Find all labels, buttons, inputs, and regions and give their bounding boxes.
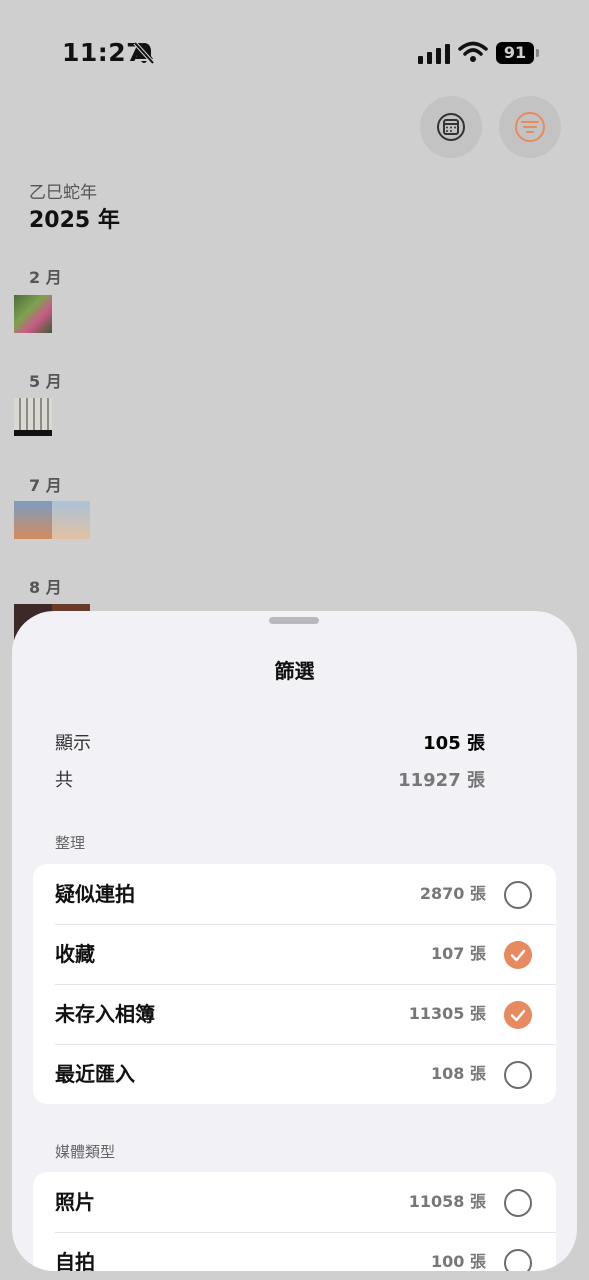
- option-count: 2870 張: [419, 884, 486, 903]
- section-label-media: 媒體類型: [55, 1143, 116, 1161]
- battery-level: 91: [496, 42, 534, 64]
- sheet-title: 篩選: [274, 659, 315, 683]
- photo-thumbnail[interactable]: [14, 501, 52, 539]
- total-value: 11927 張: [398, 770, 485, 791]
- calendar-icon: [437, 113, 465, 141]
- cellular-signal-icon: [418, 44, 450, 64]
- unchecked-circle-icon[interactable]: [504, 881, 532, 909]
- option-photos[interactable]: 照片 11058 張: [33, 1172, 556, 1232]
- shown-value: 105 張: [423, 733, 485, 754]
- unchecked-circle-icon[interactable]: [504, 1061, 532, 1089]
- month-heading: 8 月: [29, 578, 62, 597]
- section-label-organize: 整理: [55, 834, 86, 852]
- month-heading: 5 月: [29, 372, 62, 391]
- status-bar: 11:27 91: [0, 0, 589, 100]
- sheet-grabber[interactable]: [269, 617, 319, 624]
- checkmark-circle-icon[interactable]: [504, 941, 532, 969]
- unchecked-circle-icon[interactable]: [504, 1189, 532, 1217]
- filter-button[interactable]: [499, 96, 561, 158]
- option-selfies[interactable]: 自拍 100 張: [33, 1232, 556, 1271]
- silent-bell-icon: [133, 41, 155, 65]
- option-count: 11305 張: [408, 1004, 486, 1023]
- option-count: 108 張: [431, 1064, 486, 1083]
- option-label: 未存入相簿: [55, 1002, 155, 1026]
- photo-thumbnail[interactable]: [52, 501, 90, 539]
- unchecked-circle-icon[interactable]: [504, 1249, 532, 1271]
- checkmark-circle-icon[interactable]: [504, 1001, 532, 1029]
- wifi-icon: [458, 41, 488, 62]
- media-type-options: 照片 11058 張 自拍 100 張: [33, 1172, 556, 1271]
- option-label: 照片: [55, 1190, 95, 1214]
- option-count: 100 張: [431, 1252, 486, 1271]
- organize-options: 疑似連拍 2870 張 收藏 107 張 未存入相簿 11305 張 最近匯入 …: [33, 864, 556, 1104]
- year-heading: 2025 年: [29, 208, 120, 233]
- total-label: 共: [55, 770, 73, 791]
- option-count: 11058 張: [408, 1192, 486, 1211]
- option-label: 疑似連拍: [55, 882, 135, 906]
- lunar-year: 乙巳蛇年: [29, 183, 97, 203]
- option-not-in-album[interactable]: 未存入相簿 11305 張: [33, 984, 556, 1044]
- battery-indicator: 91: [496, 42, 540, 64]
- option-label: 自拍: [55, 1250, 95, 1271]
- photo-thumbnail[interactable]: [14, 295, 52, 333]
- option-count: 107 張: [431, 944, 486, 963]
- option-recent-imports[interactable]: 最近匯入 108 張: [33, 1044, 556, 1104]
- calendar-button[interactable]: [420, 96, 482, 158]
- month-heading: 2 月: [29, 268, 62, 287]
- shown-label: 顯示: [55, 733, 91, 754]
- photo-thumbnail[interactable]: [14, 398, 52, 436]
- option-burst[interactable]: 疑似連拍 2870 張: [33, 864, 556, 924]
- month-heading: 7 月: [29, 476, 62, 495]
- filter-sheet: 篩選 顯示 105 張 共 11927 張 整理 疑似連拍 2870 張 收藏 …: [12, 611, 577, 1271]
- battery-nub: [536, 49, 539, 57]
- option-label: 最近匯入: [55, 1062, 135, 1086]
- option-favorites[interactable]: 收藏 107 張: [33, 924, 556, 984]
- filter-lines-icon: [515, 112, 545, 142]
- option-label: 收藏: [55, 942, 95, 966]
